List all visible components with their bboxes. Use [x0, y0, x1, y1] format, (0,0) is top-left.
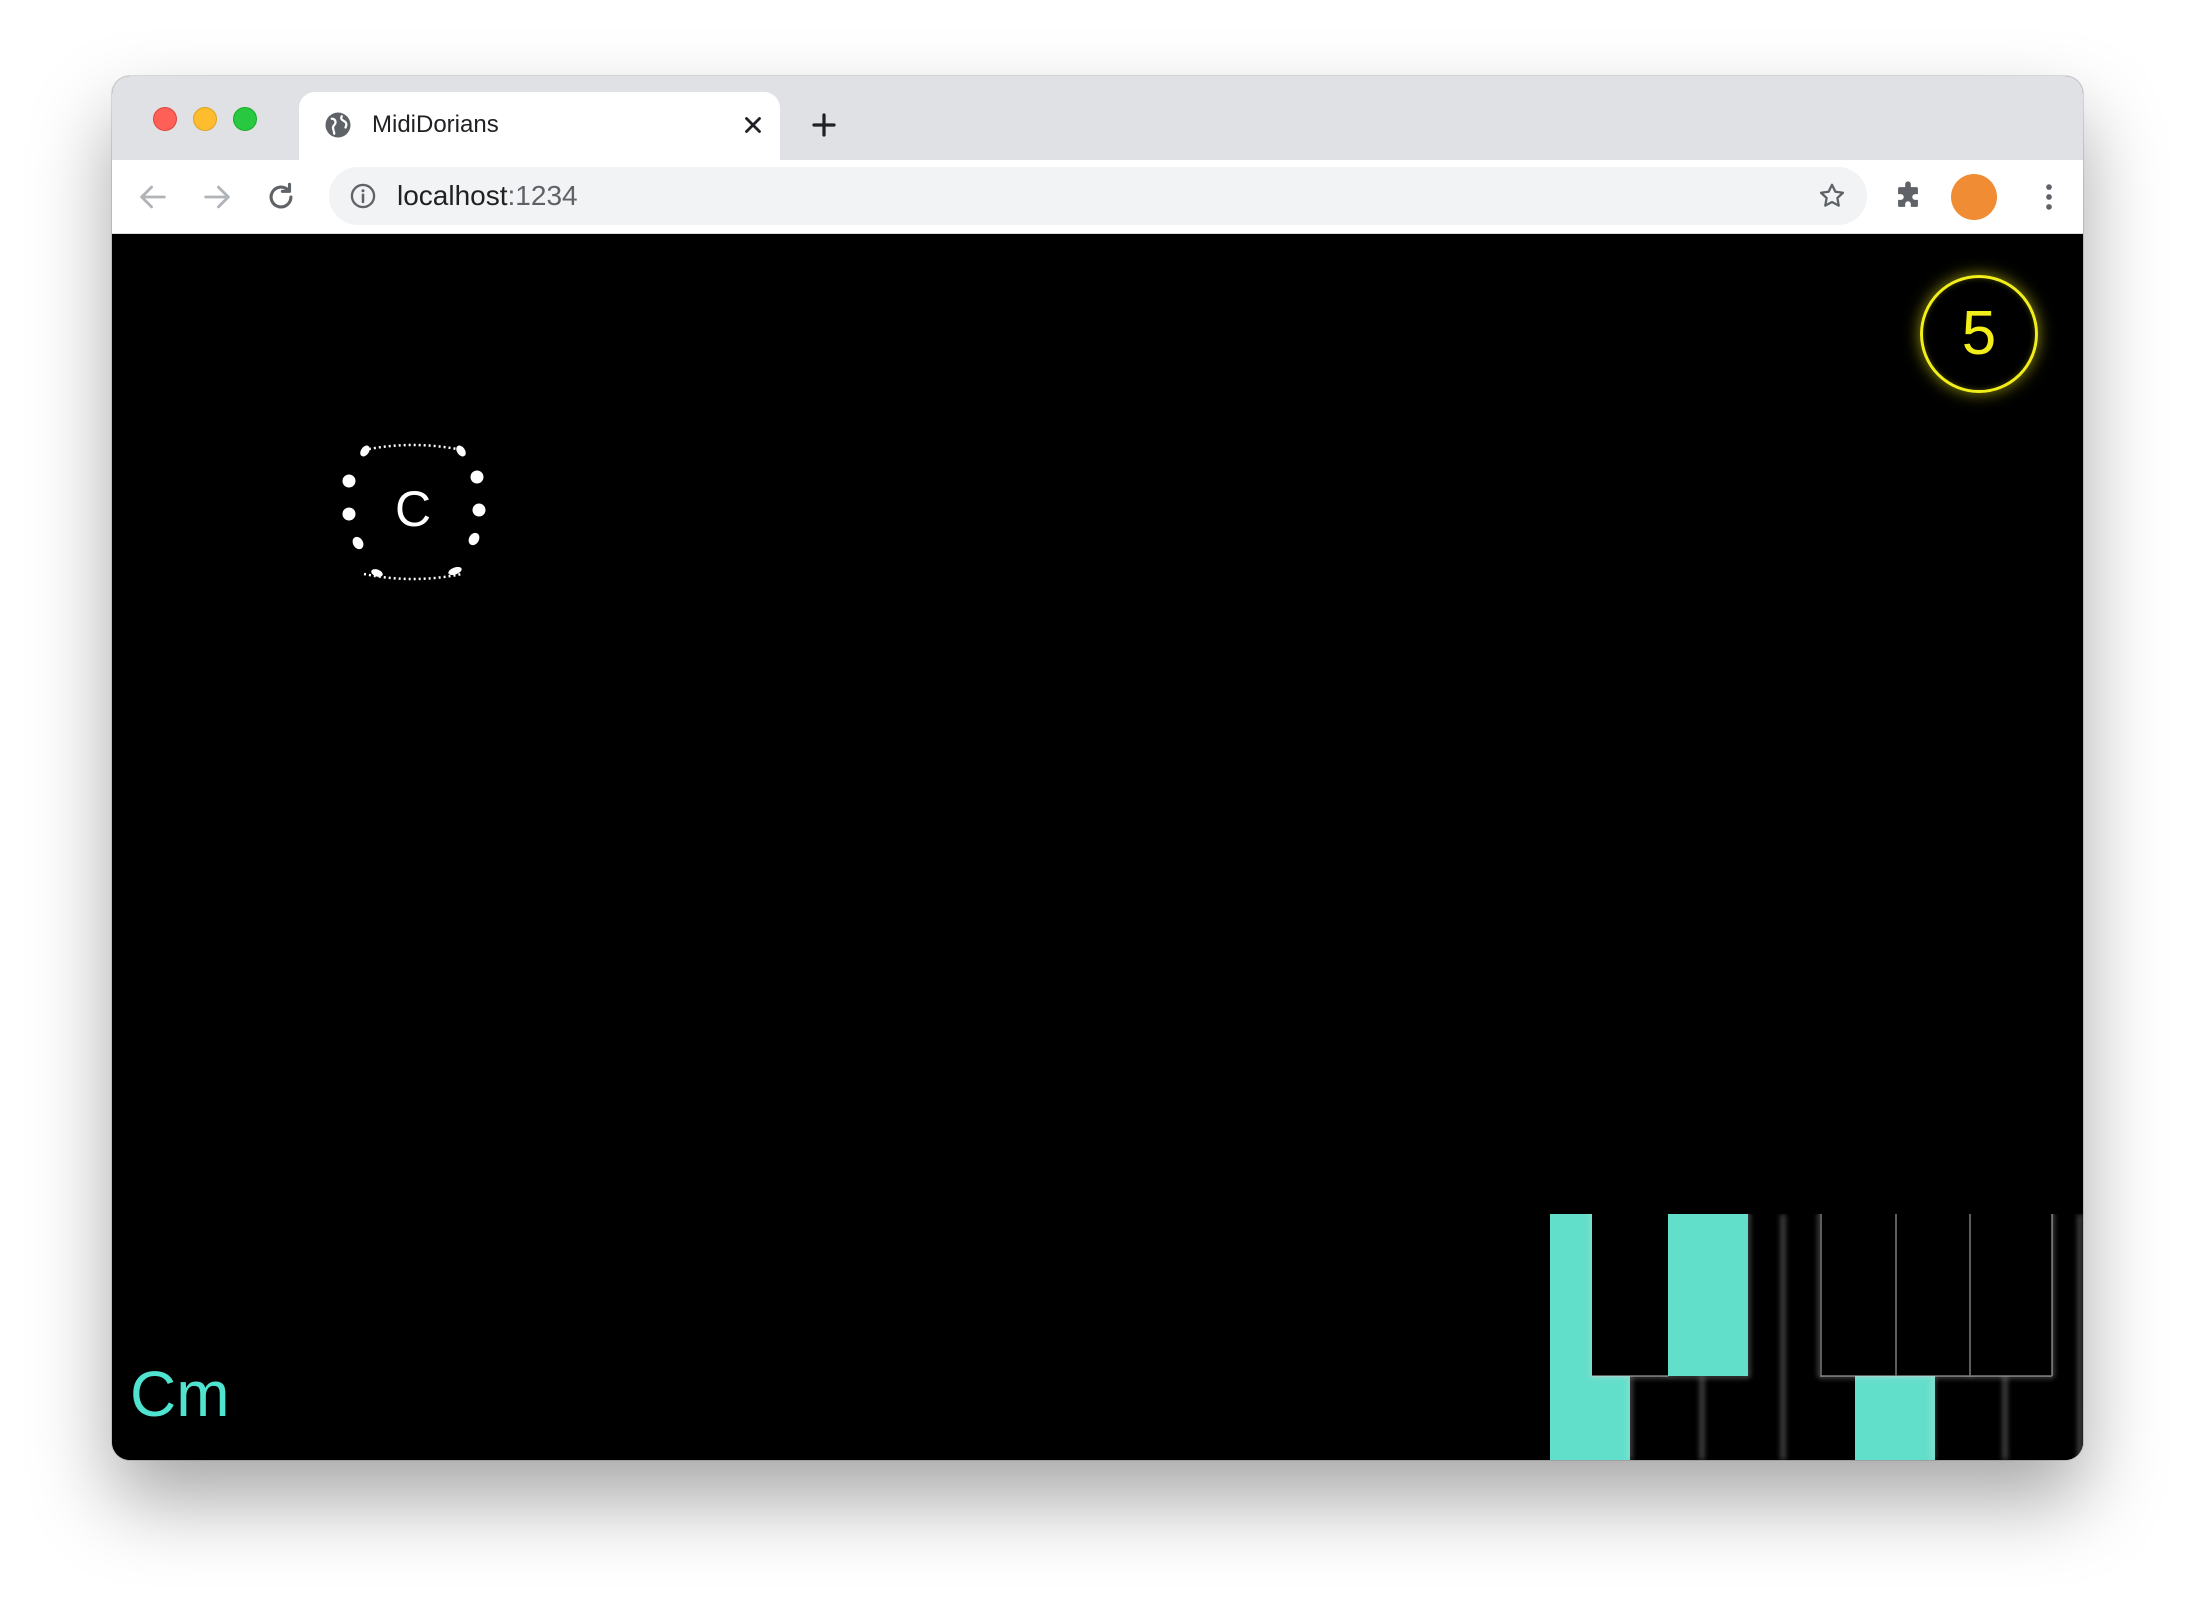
avatar[interactable]	[1951, 174, 1997, 220]
star-icon[interactable]	[1817, 181, 1847, 211]
globe-icon	[325, 112, 351, 138]
chord-label: Cm	[130, 1358, 230, 1430]
address-bar[interactable]: localhost:1234	[329, 167, 1867, 225]
white-key-6[interactable]	[1935, 1376, 2010, 1460]
url-host: localhost	[397, 180, 508, 211]
white-key-7[interactable]	[2010, 1376, 2083, 1460]
info-icon[interactable]	[349, 182, 377, 210]
browser-window: MidiDorians localhost:1234 5 C Cm	[112, 76, 2083, 1460]
forward-arrow-icon[interactable]	[200, 180, 234, 214]
close-icon[interactable]	[740, 112, 766, 138]
black-key-1[interactable]	[1592, 1214, 1668, 1376]
url-port: :1234	[507, 180, 578, 211]
black-key-3[interactable]	[1820, 1214, 1896, 1376]
black-key-5[interactable]	[1970, 1214, 2052, 1376]
back-arrow-icon[interactable]	[136, 180, 170, 214]
maximize-window-button[interactable]	[233, 107, 257, 131]
white-key-1-upper	[1550, 1214, 1592, 1376]
tab-title: MidiDorians	[372, 111, 499, 138]
white-key-2[interactable]	[1630, 1376, 1705, 1460]
white-key-5[interactable]	[1855, 1376, 1935, 1460]
close-window-button[interactable]	[153, 107, 177, 131]
white-key-4[interactable]	[1780, 1376, 1855, 1460]
minimize-window-button[interactable]	[193, 107, 217, 131]
piano-keyboard[interactable]	[1550, 1214, 2083, 1460]
white-key-3[interactable]	[1705, 1376, 1780, 1460]
app-canvas: 5 C Cm	[112, 234, 2083, 1460]
url-text: localhost:1234	[397, 180, 578, 212]
plus-icon[interactable]	[809, 110, 839, 140]
black-key-2-fill	[1668, 1214, 1748, 1376]
black-key-4[interactable]	[1896, 1214, 1970, 1376]
puzzle-icon[interactable]	[1891, 180, 1925, 214]
reload-icon[interactable]	[264, 180, 298, 214]
browser-toolbar: localhost:1234	[112, 160, 2083, 234]
white-key-1[interactable]	[1550, 1376, 1630, 1460]
tab-strip: MidiDorians	[112, 76, 2083, 160]
kebab-menu-icon[interactable]	[2032, 180, 2066, 214]
tab-mididorians[interactable]: MidiDorians	[299, 92, 780, 160]
note-label: C	[394, 481, 432, 537]
counter-badge: 5	[1920, 275, 2038, 393]
